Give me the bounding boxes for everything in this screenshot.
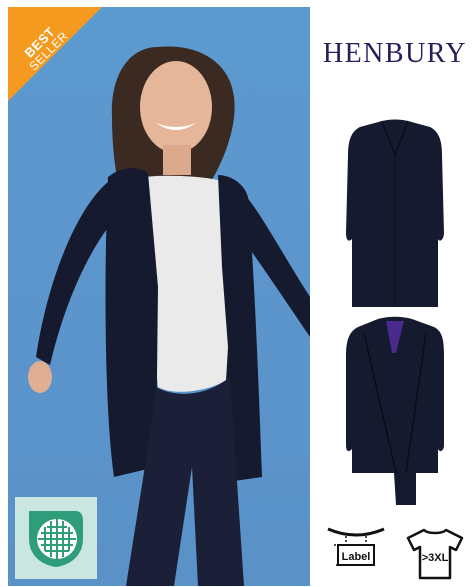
product-front-view-image	[346, 119, 444, 307]
tshirt-size-icon: >3XL	[406, 528, 464, 580]
removable-label-icon: Label	[327, 527, 385, 566]
size-text: >3XL	[422, 552, 449, 564]
product-open-view-image	[346, 316, 444, 505]
cross-hatch-shield-icon	[15, 497, 97, 579]
best-seller-badge: BEST SELLER	[8, 7, 102, 101]
brand-logo: HENBURY	[322, 38, 468, 69]
label-text: Label	[342, 551, 371, 563]
